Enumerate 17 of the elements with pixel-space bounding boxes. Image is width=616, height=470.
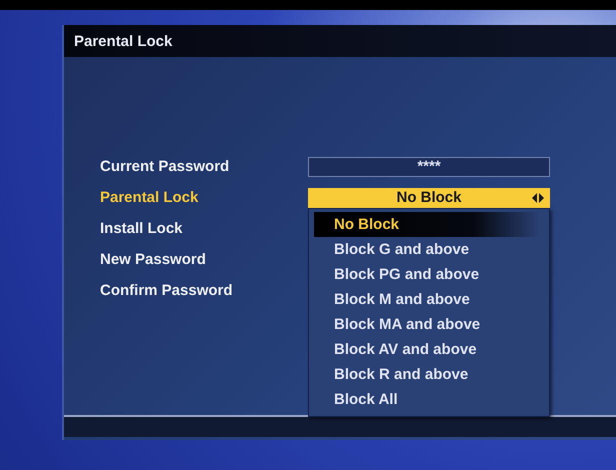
dropdown-option[interactable]: No Block: [314, 212, 541, 237]
dropdown-option[interactable]: Block AV and above: [309, 337, 549, 362]
dropdown-option[interactable]: Block MA and above: [309, 312, 549, 337]
window-title: Parental Lock: [74, 32, 172, 50]
setting-label[interactable]: New Password: [100, 251, 308, 268]
dropdown-option[interactable]: Block M and above: [309, 287, 549, 312]
setting-label[interactable]: Current Password: [100, 158, 308, 175]
left-right-arrows-icon: [532, 192, 544, 202]
select-field[interactable]: No Block: [308, 188, 550, 208]
dropdown-option[interactable]: Block G and above: [309, 237, 549, 262]
dropdown-option[interactable]: Block All: [309, 387, 549, 412]
setting-label[interactable]: Confirm Password: [100, 282, 308, 299]
setting-label[interactable]: Parental Lock: [100, 189, 308, 206]
password-field[interactable]: ****: [308, 156, 550, 176]
setting-label[interactable]: Install Lock: [100, 220, 308, 237]
dropdown-option[interactable]: Block R and above: [309, 362, 549, 387]
dropdown-option[interactable]: Block PG and above: [309, 262, 549, 287]
